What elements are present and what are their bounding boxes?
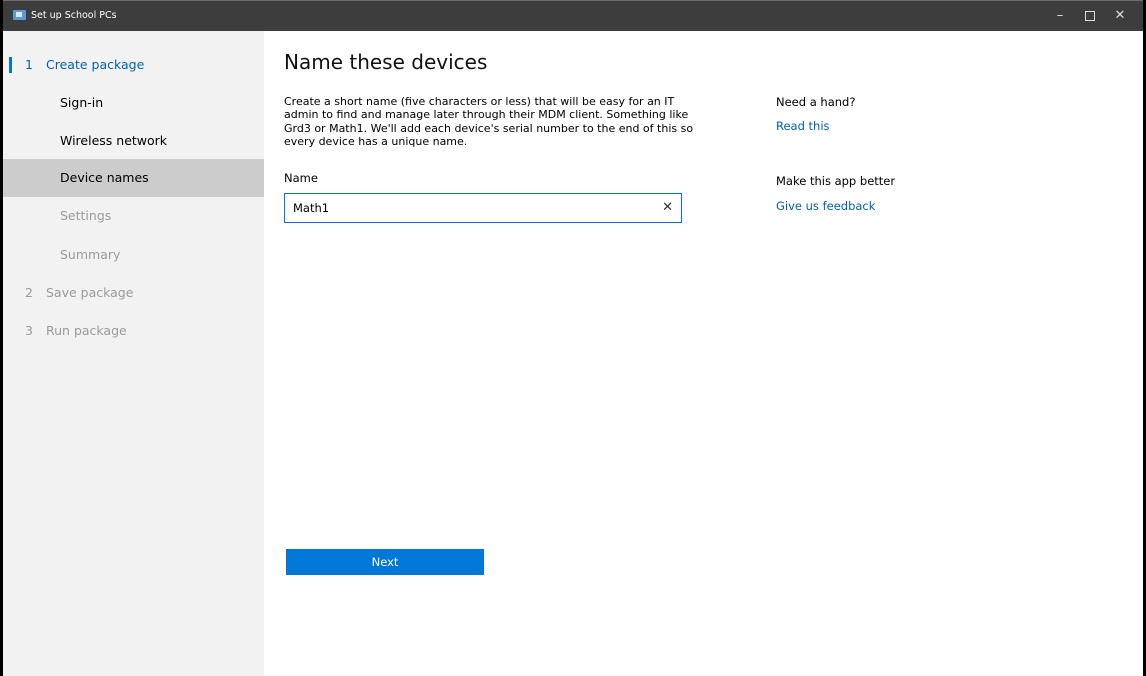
step-number: 2 bbox=[25, 285, 33, 300]
sidebar-item-label: Create package bbox=[46, 57, 145, 72]
sidebar-item-save-package: 2 Save package bbox=[3, 274, 264, 312]
window-title: Set up School PCs bbox=[31, 10, 117, 21]
sidebar-item-device-names[interactable]: Device names bbox=[3, 159, 264, 197]
sidebar-item-summary: Summary bbox=[3, 236, 264, 274]
sidebar-item-create-package[interactable]: 1 Create package bbox=[3, 46, 264, 84]
sidebar-item-label: Save package bbox=[46, 285, 134, 300]
sidebar-item-settings: Settings bbox=[3, 197, 264, 235]
active-step-indicator bbox=[9, 57, 12, 73]
clear-icon[interactable]: ✕ bbox=[662, 200, 673, 216]
name-field[interactable]: ✕ bbox=[284, 193, 682, 223]
title-bar[interactable]: Set up School PCs – ✕ bbox=[3, 0, 1143, 31]
name-label: Name bbox=[284, 171, 318, 185]
sidebar-item-label: Settings bbox=[60, 208, 112, 223]
page-title: Name these devices bbox=[284, 50, 488, 74]
description-text: Create a short name (five characters or … bbox=[284, 95, 694, 148]
name-input[interactable] bbox=[285, 194, 653, 222]
read-this-link[interactable]: Read this bbox=[776, 119, 830, 133]
next-button[interactable]: Next bbox=[286, 549, 484, 575]
sidebar-item-label: Summary bbox=[60, 247, 121, 262]
feedback-heading: Make this app better bbox=[776, 174, 896, 188]
sidebar: 1 Create package Sign-in Wireless networ… bbox=[3, 31, 264, 676]
app-icon bbox=[13, 10, 26, 20]
maximize-icon bbox=[1085, 10, 1095, 21]
close-button[interactable]: ✕ bbox=[1107, 5, 1133, 27]
sidebar-item-sign-in[interactable]: Sign-in bbox=[3, 84, 264, 122]
step-number: 3 bbox=[25, 323, 33, 338]
app-window: Set up School PCs – ✕ 1 Create package S… bbox=[0, 0, 1146, 676]
sidebar-item-label: Sign-in bbox=[60, 95, 104, 110]
sidebar-item-label: Device names bbox=[60, 170, 149, 185]
sidebar-item-label: Wireless network bbox=[60, 133, 168, 148]
step-number: 1 bbox=[25, 57, 33, 72]
sidebar-item-wireless-network[interactable]: Wireless network bbox=[3, 122, 264, 160]
give-feedback-link[interactable]: Give us feedback bbox=[776, 199, 875, 213]
help-heading: Need a hand? bbox=[776, 95, 856, 109]
maximize-button[interactable] bbox=[1077, 5, 1103, 27]
sidebar-item-label: Run package bbox=[46, 323, 127, 338]
minimize-button[interactable]: – bbox=[1047, 5, 1073, 27]
main-content: Name these devices Create a short name (… bbox=[264, 31, 1143, 676]
sidebar-item-run-package: 3 Run package bbox=[3, 312, 264, 350]
